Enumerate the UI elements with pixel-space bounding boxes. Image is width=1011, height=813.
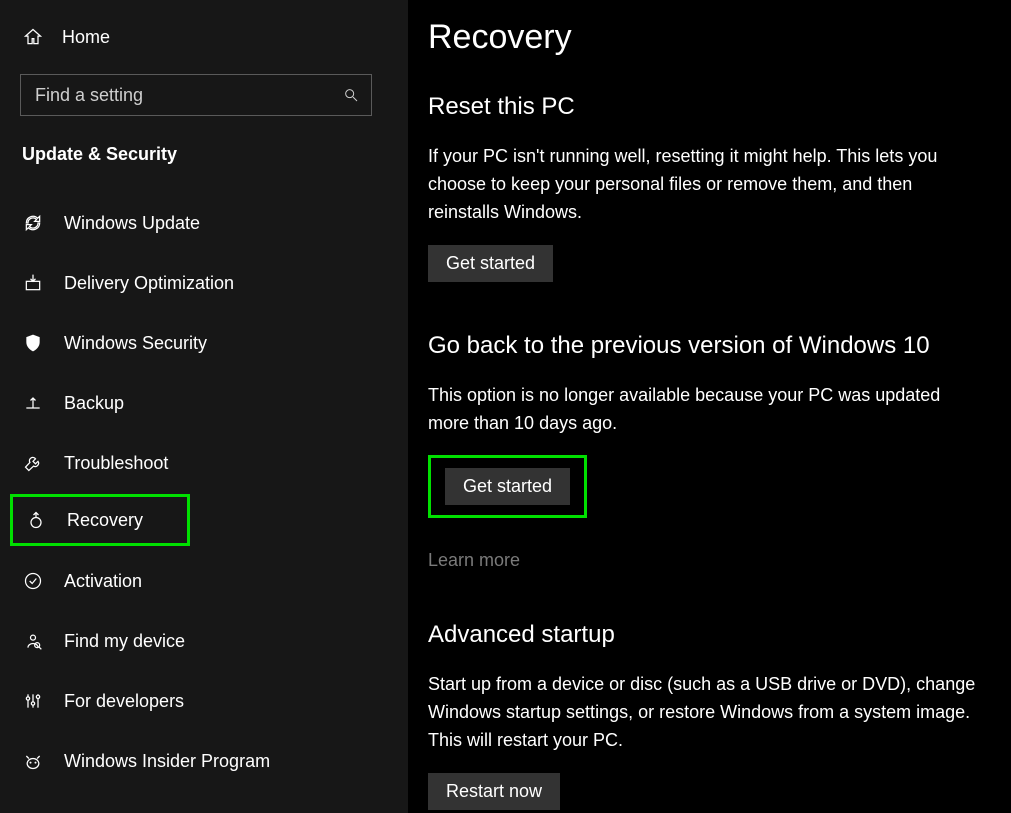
check-icon (22, 570, 44, 592)
sidebar-item-label: For developers (64, 691, 184, 712)
insider-icon (22, 750, 44, 772)
sidebar-item-label: Windows Update (64, 213, 200, 234)
sidebar-item-label: Activation (64, 571, 142, 592)
recovery-icon (25, 509, 47, 531)
sidebar-item-for-developers[interactable]: For developers (0, 671, 408, 731)
home-nav[interactable]: Home (0, 20, 408, 54)
sidebar-item-windows-insider[interactable]: Windows Insider Program (0, 731, 408, 791)
section-heading: Advanced startup (428, 621, 983, 649)
section-description: This option is no longer available becau… (428, 382, 983, 438)
sidebar-item-label: Delivery Optimization (64, 273, 234, 294)
shield-icon (22, 332, 44, 354)
sidebar-item-windows-update[interactable]: Windows Update (0, 193, 408, 253)
search-box[interactable] (20, 74, 372, 116)
home-icon (22, 26, 44, 48)
main-content: Recovery Reset this PC If your PC isn't … (410, 0, 1011, 813)
sidebar-item-label: Find my device (64, 631, 185, 652)
sidebar-item-windows-security[interactable]: Windows Security (0, 313, 408, 373)
sidebar-section-header: Update & Security (0, 144, 408, 165)
highlight-annotation: Get started (428, 455, 587, 518)
go-back-get-started-button[interactable]: Get started (445, 468, 570, 505)
search-icon (343, 87, 359, 103)
search-container (0, 74, 408, 116)
dev-icon (22, 690, 44, 712)
restart-now-button[interactable]: Restart now (428, 773, 560, 810)
search-input[interactable] (35, 85, 343, 106)
sync-icon (22, 212, 44, 234)
sidebar-item-find-my-device[interactable]: Find my device (0, 611, 408, 671)
learn-more-link[interactable]: Learn more (428, 550, 520, 571)
section-description: Start up from a device or disc (such as … (428, 671, 983, 755)
section-heading: Go back to the previous version of Windo… (428, 332, 983, 360)
nav-list: Windows Update Delivery Optimization Win… (0, 193, 408, 791)
backup-icon (22, 392, 44, 414)
section-description: If your PC isn't running well, resetting… (428, 143, 983, 227)
delivery-icon (22, 272, 44, 294)
page-title: Recovery (428, 18, 983, 57)
home-label: Home (62, 27, 110, 48)
sidebar: Home Update & Security Windows Update De… (0, 0, 410, 813)
section-advanced-startup: Advanced startup Start up from a device … (428, 621, 983, 810)
section-go-back: Go back to the previous version of Windo… (428, 332, 983, 572)
sidebar-item-delivery-optimization[interactable]: Delivery Optimization (0, 253, 408, 313)
sidebar-item-label: Troubleshoot (64, 453, 168, 474)
reset-get-started-button[interactable]: Get started (428, 245, 553, 282)
sidebar-item-troubleshoot[interactable]: Troubleshoot (0, 433, 408, 493)
sidebar-item-label: Windows Insider Program (64, 751, 270, 772)
section-reset-this-pc: Reset this PC If your PC isn't running w… (428, 93, 983, 282)
sidebar-item-label: Recovery (67, 510, 143, 531)
sidebar-item-label: Windows Security (64, 333, 207, 354)
find-icon (22, 630, 44, 652)
sidebar-item-backup[interactable]: Backup (0, 373, 408, 433)
sidebar-item-recovery[interactable]: Recovery (10, 494, 190, 546)
wrench-icon (22, 452, 44, 474)
sidebar-item-activation[interactable]: Activation (0, 551, 408, 611)
sidebar-item-label: Backup (64, 393, 124, 414)
section-heading: Reset this PC (428, 93, 983, 121)
